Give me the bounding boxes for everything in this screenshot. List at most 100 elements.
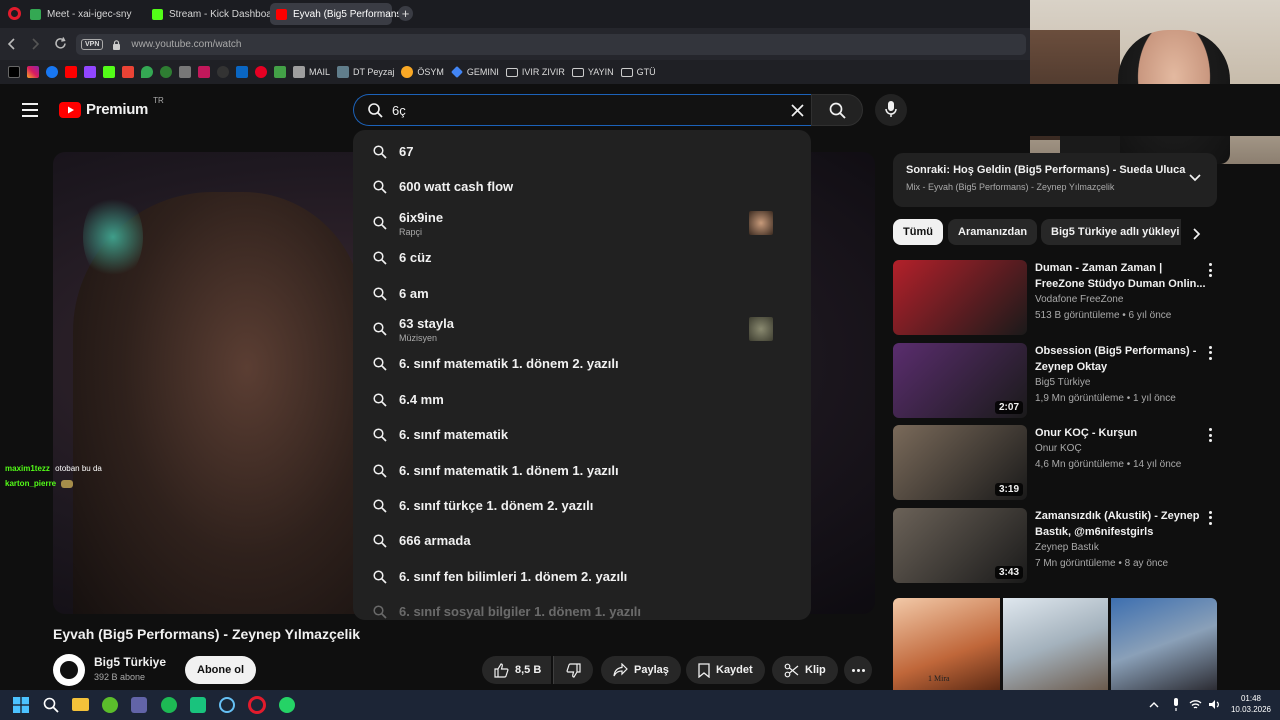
chip-all[interactable]: Tümü bbox=[893, 219, 943, 245]
kebab-menu-icon[interactable] bbox=[1207, 263, 1213, 277]
like-button[interactable]: 8,5 B bbox=[482, 656, 552, 684]
twitch-icon[interactable] bbox=[84, 66, 96, 78]
related-video-channel[interactable]: Zeynep Bastık bbox=[1035, 540, 1200, 556]
search-input[interactable]: 6ç bbox=[392, 103, 406, 118]
channel-name[interactable]: Big5 Türkiye bbox=[94, 655, 166, 669]
related-video-channel[interactable]: Big5 Türkiye bbox=[1035, 375, 1200, 391]
search-suggestion[interactable]: 666 armada bbox=[353, 524, 811, 558]
bookmark-folder-yayin[interactable]: YAYIN bbox=[571, 67, 614, 77]
search-suggestion[interactable]: 6.4 mm bbox=[353, 383, 811, 417]
search-box[interactable]: 6ç bbox=[353, 94, 811, 126]
bookmark-gemini[interactable]: GEMINI bbox=[450, 66, 499, 78]
instagram-icon[interactable] bbox=[27, 66, 39, 78]
volume-icon[interactable] bbox=[1208, 699, 1221, 710]
new-tab-button[interactable]: + bbox=[398, 6, 413, 21]
tray-microphone-icon[interactable] bbox=[1172, 698, 1180, 711]
dislike-button[interactable] bbox=[553, 656, 593, 684]
bookmark-folder-ivir-zivir[interactable]: IVIR ZIVIR bbox=[505, 67, 565, 77]
opera-taskbar-icon[interactable] bbox=[248, 696, 266, 714]
search-suggestion[interactable]: 6. sınıf matematik 1. dönem 2. yazılı bbox=[353, 347, 811, 381]
link-icon[interactable] bbox=[179, 66, 191, 78]
search-suggestion[interactable]: 6. sınıf sosyal bilgiler 1. dönem 1. yaz… bbox=[353, 595, 811, 620]
bookmark-mail[interactable]: MAIL bbox=[293, 66, 330, 78]
bookmark-osym[interactable]: ÖSYM bbox=[401, 66, 444, 78]
search-suggestion[interactable]: 6ix9ine Rapçi bbox=[353, 206, 811, 240]
shorts-thumbnail[interactable] bbox=[1003, 598, 1108, 690]
related-video-thumbnail[interactable]: 2:07 bbox=[893, 342, 1027, 418]
related-video-thumbnail[interactable] bbox=[893, 260, 1027, 335]
wifi-icon[interactable] bbox=[1189, 699, 1202, 710]
tab-youtube[interactable]: Eyvah (Big5 Performans) bbox=[270, 3, 405, 25]
linkedin-icon[interactable] bbox=[236, 66, 248, 78]
opera-icon[interactable] bbox=[8, 7, 21, 20]
shorts-thumbnail[interactable]: 1 Mira bbox=[893, 598, 1000, 690]
search-suggestion[interactable]: 6. sınıf matematik 1. dönem 1. yazılı bbox=[353, 454, 811, 488]
search-suggestion[interactable]: 600 watt cash flow bbox=[353, 170, 811, 204]
back-icon[interactable] bbox=[6, 38, 18, 50]
up-next-panel[interactable]: Sonraki: Hoş Geldin (Big5 Performans) - … bbox=[893, 153, 1217, 207]
circle-icon[interactable] bbox=[217, 66, 229, 78]
pinterest-icon[interactable] bbox=[255, 66, 267, 78]
vpn-badge[interactable]: VPN bbox=[81, 39, 104, 50]
search-suggestion[interactable]: 6. sınıf fen bilimleri 1. dönem 2. yazıl… bbox=[353, 560, 811, 594]
kebab-menu-icon[interactable] bbox=[1207, 345, 1213, 360]
kebab-menu-icon[interactable] bbox=[1207, 428, 1213, 442]
dollar-icon[interactable] bbox=[160, 66, 172, 78]
tab-meet[interactable]: Meet - xai-igec-sny bbox=[24, 3, 142, 25]
tab-kick-dashboard[interactable]: Stream - Kick Dashboard bbox=[146, 3, 281, 25]
kick-icon[interactable] bbox=[103, 66, 115, 78]
facebook-icon[interactable] bbox=[46, 66, 58, 78]
clear-search-icon[interactable] bbox=[791, 104, 804, 117]
bookmark-dt-peyzaj[interactable]: DT Peyzaj bbox=[337, 66, 394, 78]
spotify-icon[interactable] bbox=[161, 697, 177, 713]
search-suggestion[interactable]: 6. sınıf matematik bbox=[353, 418, 811, 452]
chevron-right-icon[interactable] bbox=[1193, 228, 1201, 240]
youtube-logo[interactable]: Premium TR bbox=[59, 96, 164, 118]
menu-icon[interactable] bbox=[22, 103, 38, 117]
related-video-channel[interactable]: Onur KOÇ bbox=[1035, 441, 1200, 457]
related-video[interactable]: Duman - Zaman Zaman | FreeZone Stüdyo Dum… bbox=[893, 260, 1223, 336]
teams-icon[interactable] bbox=[131, 697, 147, 713]
related-video[interactable]: 2:07 Obsession (Big5 Performans) - Zeynep … bbox=[893, 342, 1223, 419]
bookmark-folder-gtu[interactable]: GTÜ bbox=[620, 67, 656, 77]
steam-icon[interactable] bbox=[219, 697, 235, 713]
save-button[interactable]: Kaydet bbox=[686, 656, 765, 684]
app-green-icon[interactable] bbox=[190, 697, 206, 713]
chip-from-uploader[interactable]: Big5 Türkiye adlı yükleyi bbox=[1041, 219, 1181, 245]
xbox-icon[interactable] bbox=[102, 697, 118, 713]
related-video[interactable]: 3:19 Onur KOÇ - Kurşun Onur KOÇ 4,6 Mn görü… bbox=[893, 425, 1223, 501]
search-suggestion[interactable]: 6 am bbox=[353, 277, 811, 311]
search-suggestion[interactable]: 63 stayla Müzisyen bbox=[353, 312, 811, 346]
phone-icon[interactable] bbox=[274, 66, 286, 78]
related-video-thumbnail[interactable]: 3:19 bbox=[893, 425, 1027, 500]
related-video-thumbnail[interactable]: 3:43 bbox=[893, 507, 1027, 583]
youtube-bookmark-icon[interactable] bbox=[65, 66, 77, 78]
whatsapp-icon[interactable] bbox=[279, 697, 295, 713]
taskbar-search-icon[interactable] bbox=[43, 697, 59, 713]
voice-search-button[interactable] bbox=[875, 94, 907, 126]
channel-avatar[interactable] bbox=[53, 654, 85, 686]
tray-chevron-up-icon[interactable] bbox=[1149, 701, 1159, 708]
clock-date[interactable]: 10.03.2026 bbox=[1226, 705, 1276, 714]
url-field[interactable]: VPN www.youtube.com/watch bbox=[76, 34, 1026, 55]
subscribe-button[interactable]: Abone ol bbox=[185, 656, 257, 684]
more-actions-button[interactable] bbox=[844, 656, 872, 684]
x-twitter-icon[interactable] bbox=[8, 66, 20, 78]
shorts-thumbnail[interactable] bbox=[1111, 598, 1217, 690]
clock-time[interactable]: 01:48 bbox=[1228, 694, 1274, 703]
clip-button[interactable]: Klip bbox=[772, 656, 838, 684]
maps-icon[interactable] bbox=[141, 66, 153, 78]
search-suggestion[interactable]: 6. sınıf türkçe 1. dönem 2. yazılı bbox=[353, 489, 811, 523]
share-button[interactable]: Paylaş bbox=[601, 656, 681, 684]
search-button[interactable] bbox=[811, 94, 863, 126]
search-suggestion[interactable]: 67 bbox=[353, 135, 811, 169]
chip-from-search[interactable]: Aramanızdan bbox=[948, 219, 1038, 245]
windows-start-icon[interactable] bbox=[13, 697, 29, 713]
search-suggestion[interactable]: 6 cüz bbox=[353, 241, 811, 275]
file-explorer-icon[interactable] bbox=[72, 698, 89, 711]
reload-icon[interactable] bbox=[54, 37, 67, 50]
app-icon[interactable] bbox=[198, 66, 210, 78]
forward-icon[interactable] bbox=[29, 38, 41, 50]
related-video-channel[interactable]: Vodafone FreeZone bbox=[1035, 292, 1200, 308]
gmail-icon[interactable] bbox=[122, 66, 134, 78]
